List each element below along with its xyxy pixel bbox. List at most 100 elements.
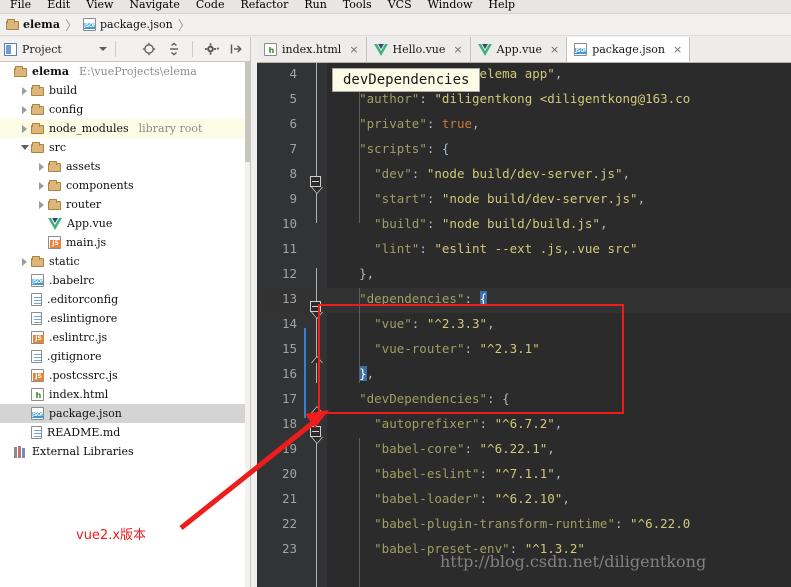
code-line[interactable]: "build": "node build/build.js", — [329, 211, 607, 236]
chevron-right-icon[interactable] — [36, 176, 48, 195]
close-icon[interactable]: × — [673, 43, 682, 56]
chevron-right-icon[interactable] — [19, 81, 31, 100]
menu-item-refactor[interactable]: Refactor — [232, 0, 296, 10]
project-tab[interactable]: Project — [0, 42, 115, 56]
locate-icon[interactable] — [142, 42, 156, 56]
tree-item-src[interactable]: src — [0, 138, 250, 157]
folder-icon — [48, 161, 61, 172]
tree-item-elema[interactable]: elema E:\vueProjects\elema — [0, 62, 250, 81]
menu-item-tools[interactable]: Tools — [335, 0, 380, 10]
fold-marker-dependencies[interactable] — [310, 301, 321, 312]
tree-item-external-libraries[interactable]: External Libraries — [0, 442, 250, 461]
tree-item-label: assets — [66, 160, 101, 173]
code-line[interactable]: }, — [329, 261, 374, 286]
folder-icon — [31, 256, 44, 267]
tree-item-label: .editorconfig — [47, 293, 119, 306]
caret-change-marker — [304, 328, 306, 418]
fold-marker-scripts[interactable] — [310, 176, 321, 187]
tree-item--editorconfig[interactable]: .editorconfig — [0, 290, 250, 309]
tree-item-main-js[interactable]: JS main.js — [0, 233, 250, 252]
tree-item-app-vue[interactable]: App.vue — [0, 214, 250, 233]
chevron-right-icon[interactable] — [19, 119, 31, 138]
tree-item-node-modules[interactable]: node_modules library root — [0, 119, 250, 138]
menu-item-file[interactable]: File — [2, 0, 39, 10]
line-number: 14 — [281, 316, 297, 331]
hide-panel-icon[interactable] — [229, 42, 243, 56]
close-icon[interactable]: × — [550, 43, 559, 56]
tree-item-assets[interactable]: assets — [0, 157, 250, 176]
folder-icon — [31, 85, 44, 96]
gear-icon[interactable] — [204, 42, 220, 56]
tree-item-config[interactable]: config — [0, 100, 250, 119]
menu-item-edit[interactable]: Edit — [39, 0, 78, 10]
tree-item-build[interactable]: build — [0, 81, 250, 100]
editor-tab-index-html[interactable]: h index.html × — [257, 37, 367, 62]
tree-item-package-json[interactable]: JSON package.json — [0, 404, 250, 423]
chevron-down-icon[interactable] — [99, 47, 107, 51]
tree-item-components[interactable]: components — [0, 176, 250, 195]
menu-item-navigate[interactable]: Navigate — [121, 0, 187, 10]
chevron-right-icon[interactable] — [36, 195, 48, 214]
chevron-down-icon[interactable] — [19, 138, 31, 157]
menu-item-run[interactable]: Run — [296, 0, 334, 10]
code-line[interactable]: "babel-loader": "^6.2.10", — [329, 486, 570, 511]
collapse-all-icon[interactable] — [167, 42, 181, 56]
line-number: 22 — [281, 516, 297, 531]
panel-divider[interactable] — [250, 37, 256, 587]
code-line[interactable]: "vue": "^2.3.3", — [329, 311, 494, 336]
code-line[interactable]: "private": true, — [329, 111, 479, 136]
line-number: 5 — [289, 91, 297, 106]
code-line[interactable]: "autoprefixer": "^6.7.2", — [329, 411, 562, 436]
code-line[interactable]: "dependencies": { — [329, 286, 488, 311]
close-icon[interactable]: × — [453, 43, 462, 56]
code-editor[interactable]: 4 "description": "elema app",5 "author":… — [257, 63, 791, 587]
vue-icon — [373, 43, 388, 56]
editor-tab-app-vue[interactable]: App.vue × — [470, 37, 568, 62]
code-line[interactable]: "babel-eslint": "^7.1.1", — [329, 461, 562, 486]
folder-icon — [31, 142, 44, 153]
project-file-tree[interactable]: elema E:\vueProjects\elema build config node… — [0, 62, 250, 587]
tree-item-label: main.js — [66, 236, 107, 249]
menu-item-window[interactable]: Window — [420, 0, 481, 10]
code-line[interactable]: "vue-router": "^2.3.1" — [329, 336, 540, 361]
line-number: 19 — [281, 441, 297, 456]
tree-item-label: src — [49, 141, 67, 154]
code-line[interactable]: "scripts": { — [329, 136, 449, 161]
tree-item--eslintignore[interactable]: .eslintignore — [0, 309, 250, 328]
chevron-right-icon[interactable] — [19, 100, 31, 119]
tree-item-readme-md[interactable]: README.md — [0, 423, 250, 442]
doc-icon — [31, 293, 42, 306]
menu-item-view[interactable]: View — [78, 0, 121, 10]
chevron-right-icon[interactable] — [36, 157, 48, 176]
ide-window: File Edit View Navigate Code Refactor Run Tools… — [0, 0, 791, 587]
editor-tab-package-json[interactable]: JSON package.json × — [567, 37, 691, 62]
code-line[interactable]: "babel-preset-env": "^1.3.2" — [329, 536, 585, 561]
project-toolbar — [142, 41, 243, 57]
editor-tab-hello-vue[interactable]: Hello.vue × — [366, 37, 471, 62]
code-line[interactable]: }, — [329, 361, 374, 386]
code-line[interactable]: "devDependencies": { — [329, 386, 510, 411]
tree-item-static[interactable]: static — [0, 252, 250, 271]
tree-item-router[interactable]: router — [0, 195, 250, 214]
tree-item--postcssrc-js[interactable]: JS .postcssrc.js — [0, 366, 250, 385]
menu-item-code[interactable]: Code — [188, 0, 233, 10]
tree-item-index-html[interactable]: h index.html — [0, 385, 250, 404]
fold-marker-devdependencies[interactable] — [310, 426, 321, 437]
breadcrumb-file[interactable]: JSON package.json — [82, 18, 173, 31]
close-icon[interactable]: × — [349, 43, 358, 56]
chevron-right-icon[interactable] — [19, 252, 31, 271]
tree-item--babelrc[interactable]: JSON .babelrc — [0, 271, 250, 290]
code-line[interactable]: "lint": "eslint --ext .js,.vue src" — [329, 236, 637, 261]
code-line[interactable]: "babel-plugin-transform-runtime": "^6.22… — [329, 511, 690, 536]
folder-icon — [31, 104, 44, 115]
code-line[interactable]: "dev": "node build/dev-server.js", — [329, 161, 630, 186]
tree-item--eslintrc-js[interactable]: JS .eslintrc.js — [0, 328, 250, 347]
breadcrumb-project[interactable]: elema — [6, 18, 60, 31]
menu-item-help[interactable]: Help — [480, 0, 523, 10]
menu-item-vcs[interactable]: VCS — [380, 0, 420, 10]
tree-item--gitignore[interactable]: .gitignore — [0, 347, 250, 366]
code-line[interactable]: "start": "node build/dev-server.js", — [329, 186, 645, 211]
code-line[interactable]: "babel-core": "^6.22.1", — [329, 436, 555, 461]
